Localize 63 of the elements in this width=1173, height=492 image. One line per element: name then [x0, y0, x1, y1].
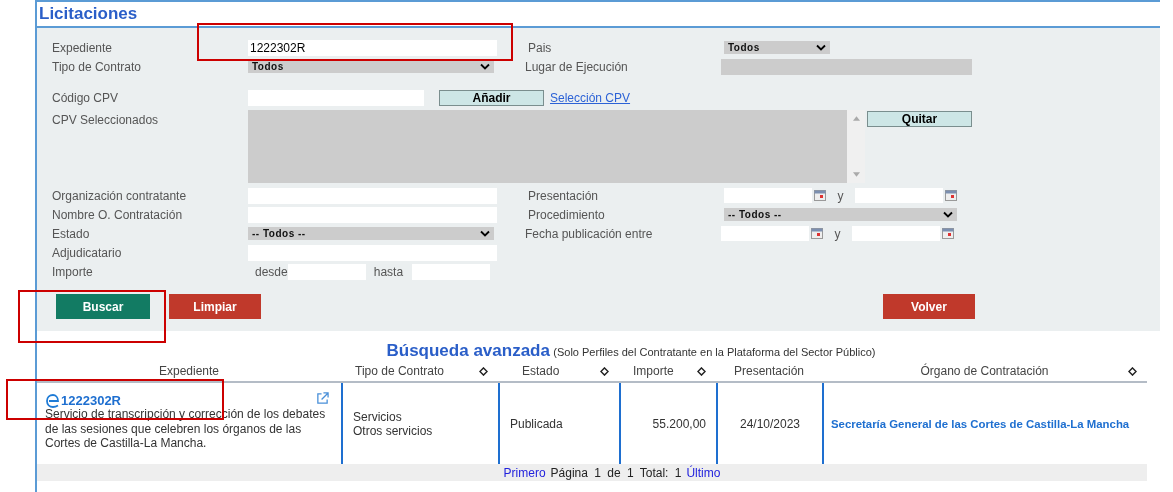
field-label: Importe: [52, 264, 94, 279]
calendar-icon[interactable]: [945, 190, 957, 201]
chevron-down-icon[interactable]: [480, 63, 490, 70]
field-label: Lugar de Ejecución: [525, 59, 629, 74]
chevron-down-icon[interactable]: [480, 230, 490, 237]
country-select[interactable]: Todos: [724, 41, 830, 54]
field-label: Expediente: [52, 40, 114, 55]
calendar-icon[interactable]: [811, 228, 823, 239]
scroll-down-icon[interactable]: [852, 172, 860, 177]
status-select[interactable]: -- Todos --: [248, 227, 494, 240]
e-icon: [45, 392, 61, 408]
page-summary: Página 1 de 1 Total: 1: [550, 465, 682, 480]
action-button[interactable]: Volver: [883, 294, 975, 319]
to-label: hasta: [373, 264, 404, 279]
field-label: CPV Seleccionados: [52, 112, 160, 127]
scrollbar[interactable]: [847, 110, 865, 183]
table-cell-text: Publicada: [510, 416, 564, 431]
field-label: Presentación: [528, 188, 600, 203]
external-link-icon[interactable]: [316, 392, 329, 405]
expediente-link[interactable]: 1222302R: [61, 392, 121, 408]
column-header[interactable]: Tipo de Contrato: [341, 361, 498, 381]
calendar-icon[interactable]: [814, 190, 826, 201]
last-page-link[interactable]: Último: [686, 465, 721, 480]
column-header[interactable]: Estado: [498, 361, 619, 381]
cpv-selection-link[interactable]: Selección CPV: [550, 90, 631, 105]
field-label: Organización contratante: [52, 188, 188, 203]
action-button[interactable]: Buscar: [56, 294, 150, 319]
column-header[interactable]: Importe: [619, 361, 716, 381]
column-header[interactable]: Presentación: [716, 361, 822, 381]
sort-icon[interactable]: [1128, 367, 1137, 376]
column-header[interactable]: Órgano de Contratación: [822, 361, 1147, 381]
sort-icon[interactable]: [479, 367, 488, 376]
field-label: Tipo de Contrato: [52, 59, 142, 74]
results-heading: Búsqueda avanzada: [386, 341, 550, 360]
procedure-select[interactable]: -- Todos --: [724, 208, 957, 221]
joiner-text: y: [833, 226, 842, 241]
first-page-link[interactable]: Primero: [503, 465, 546, 480]
scroll-up-icon[interactable]: [852, 116, 860, 121]
field-label: Fecha publicación entre: [525, 226, 654, 241]
chevron-down-icon[interactable]: [816, 44, 826, 51]
add-button[interactable]: Añadir: [439, 89, 544, 106]
field-label: Pais: [528, 40, 553, 55]
action-button[interactable]: Limpiar: [169, 294, 261, 319]
expediente-field[interactable]: 1222302R: [248, 39, 497, 56]
field-label: Procedimiento: [528, 207, 606, 222]
field-label: Código CPV: [52, 90, 120, 105]
chevron-down-icon[interactable]: [943, 211, 953, 218]
table-cell: 55.200,00: [652, 416, 706, 431]
field-label: Nombre O. Contratación: [52, 207, 184, 222]
column-header[interactable]: Expediente: [37, 361, 341, 381]
sort-icon[interactable]: [600, 367, 609, 376]
organization-link[interactable]: Secretaría General de las Cortes de Castilla-La Mancha: [831, 417, 1145, 430]
calendar-icon[interactable]: [942, 228, 954, 239]
joiner-text: y: [836, 188, 845, 203]
table-cell: 24/10/2023: [739, 416, 801, 431]
table-cell-text: Otros servicios: [353, 423, 434, 438]
results-subheading: (Solo Perfiles del Contratante en la Plataforma del Sector Público): [553, 346, 876, 358]
field-label: Estado: [52, 226, 91, 241]
field-label: Adjudicatario: [52, 245, 123, 260]
sort-icon[interactable]: [697, 367, 706, 376]
remove-button[interactable]: Quitar: [867, 111, 972, 127]
from-label: desde: [255, 264, 288, 279]
table-cell-text: Servicios: [353, 409, 403, 424]
